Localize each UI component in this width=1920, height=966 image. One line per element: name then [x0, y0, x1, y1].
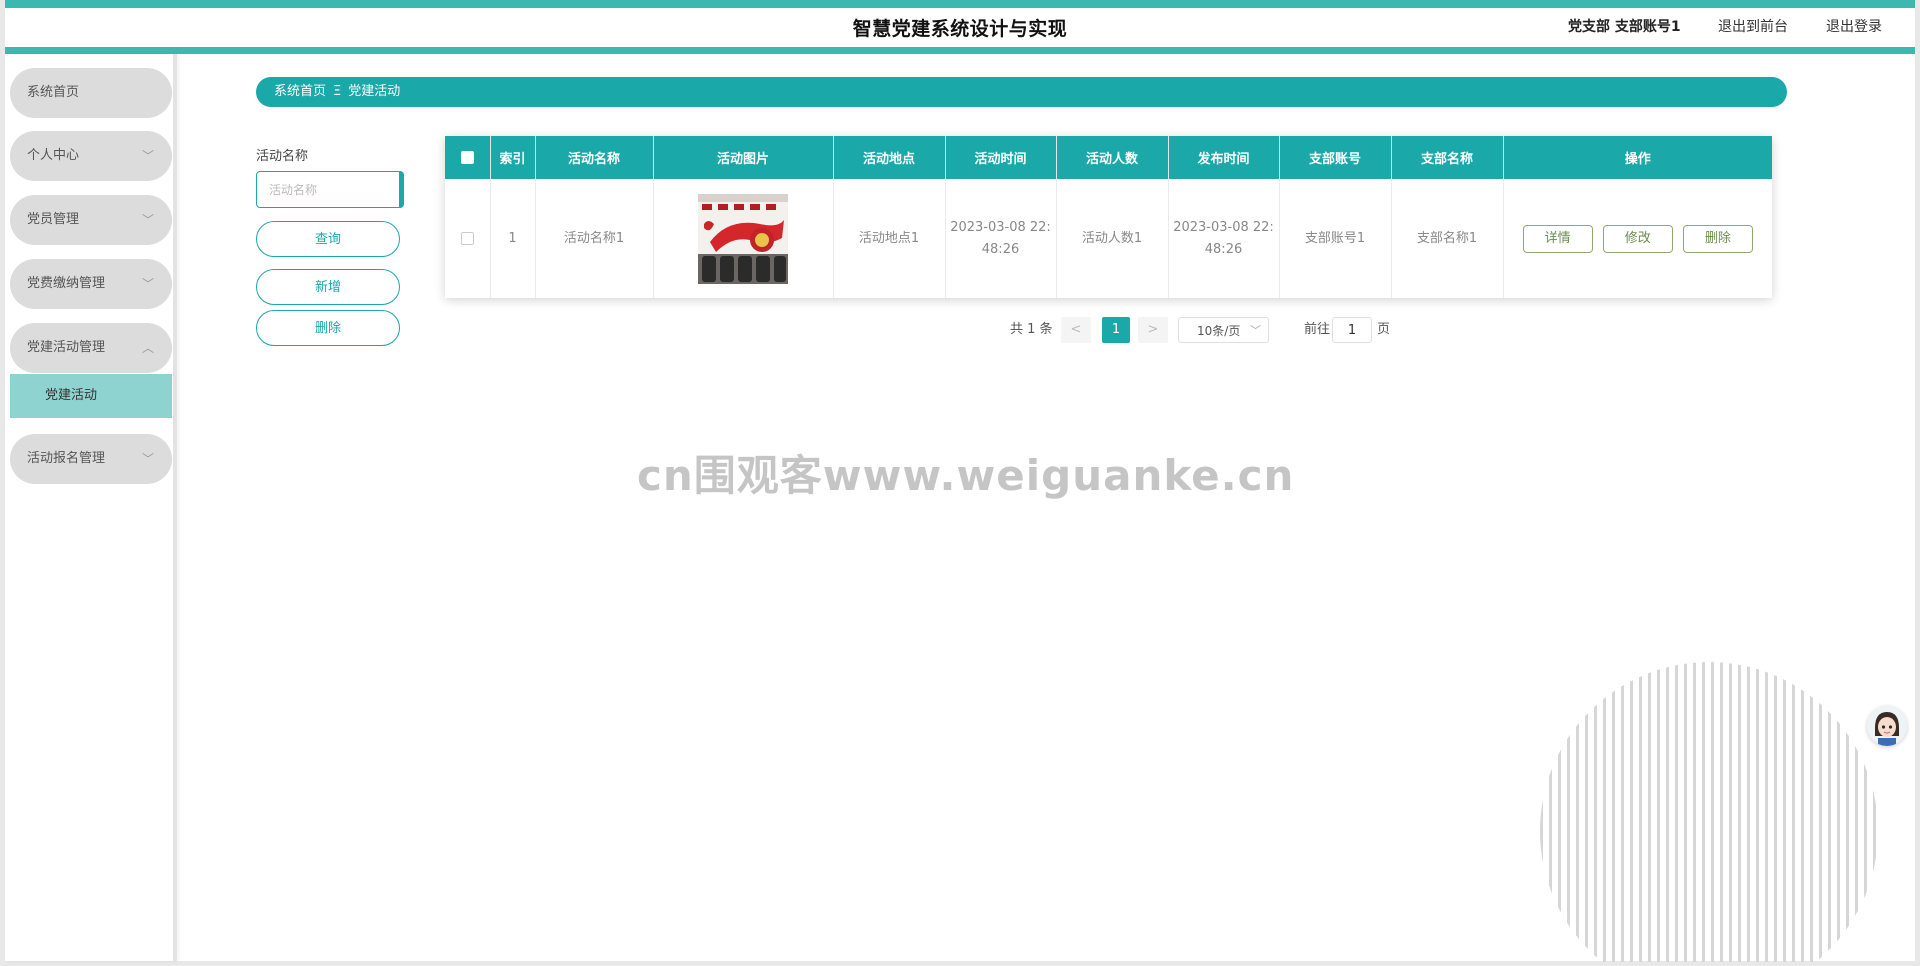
- activity-time-date: 2023-03-08 22:: [950, 219, 1051, 235]
- decorative-striped-circle: [1540, 662, 1878, 962]
- cell-branch-account: 支部账号1: [1279, 179, 1392, 298]
- chevron-down-icon: ﹀: [141, 452, 154, 466]
- column-header: 支部名称: [1391, 136, 1504, 179]
- search-label: 活动名称: [256, 149, 309, 164]
- sidebar-item-label: 活动报名管理: [27, 451, 106, 466]
- batch-delete-button[interactable]: 删除: [256, 310, 400, 346]
- pagination-goto-suffix: 页: [1377, 322, 1391, 337]
- cell-actions: 详情 修改 删除: [1503, 179, 1772, 298]
- breadcrumb: 系统首页 Ξ 党建活动: [256, 77, 1787, 107]
- sidebar-item-member-management[interactable]: 党员管理 ﹀: [10, 195, 172, 245]
- edit-button[interactable]: 修改: [1602, 224, 1673, 253]
- chevron-down-icon: ﹀: [141, 213, 154, 227]
- sidebar-item-label: 系统首页: [27, 85, 80, 100]
- cell-index: 1: [490, 179, 536, 298]
- column-header: 活动时间: [945, 136, 1057, 179]
- column-header: 活动图片: [653, 136, 834, 179]
- watermark-text: cn围观客www.weiguanke.cn: [637, 451, 1295, 500]
- chevron-up-icon: ︿: [141, 341, 154, 355]
- column-header: 活动人数: [1056, 136, 1169, 179]
- frame-right-border: [1915, 0, 1920, 966]
- column-header: 支部账号: [1279, 136, 1392, 179]
- cell-publish-time: 2023-03-08 22: 48:26: [1168, 179, 1280, 298]
- activity-image[interactable]: [698, 193, 788, 284]
- logout-link[interactable]: 退出登录: [1826, 16, 1882, 36]
- query-button[interactable]: 查询: [256, 221, 400, 257]
- back-to-front-link[interactable]: 退出到前台: [1718, 16, 1788, 36]
- chevron-down-icon: ﹀: [141, 149, 154, 163]
- pagination-total: 共 1 条: [1010, 322, 1053, 337]
- pagination-prev-button[interactable]: <: [1061, 317, 1091, 343]
- add-button[interactable]: 新增: [256, 269, 400, 305]
- sidebar-item-home[interactable]: 系统首页: [10, 68, 172, 118]
- column-header: 操作: [1503, 136, 1772, 179]
- cell-activity-name: 活动名称1: [535, 179, 654, 298]
- sidebar-item-dues-management[interactable]: 党费缴纳管理 ﹀: [10, 259, 172, 309]
- activity-name-search-input[interactable]: [256, 171, 404, 208]
- sidebar-item-label: 党建活动: [45, 388, 98, 403]
- column-header: 索引: [490, 136, 536, 179]
- sidebar-item-label: 个人中心: [27, 148, 80, 163]
- detail-button[interactable]: 详情: [1522, 224, 1593, 253]
- sidebar-item-label: 党费缴纳管理: [27, 276, 106, 291]
- sidebar-item-registration-management[interactable]: 活动报名管理 ﹀: [10, 434, 172, 484]
- sidebar: 系统首页 个人中心 ﹀ 党员管理 ﹀ 党费缴纳管理 ﹀ 党建活动管理 ︿ 党建活…: [5, 54, 177, 961]
- chevron-down-icon: ﹀: [1250, 324, 1261, 337]
- sidebar-item-personal-center[interactable]: 个人中心 ﹀: [10, 131, 172, 181]
- breadcrumb-separator-icon: Ξ: [333, 84, 342, 99]
- assistant-avatar[interactable]: [1867, 706, 1907, 746]
- cell-branch-name: 支部名称1: [1391, 179, 1504, 298]
- cell-activity-image: [653, 179, 834, 298]
- top-header: 智慧党建系统设计与实现 党支部 支部账号1 退出到前台 退出登录: [0, 0, 1920, 54]
- pagination-next-button[interactable]: >: [1138, 317, 1168, 343]
- breadcrumb-home[interactable]: 系统首页: [274, 84, 326, 99]
- checkbox-icon: [460, 151, 474, 164]
- table-header-row: 索引 活动名称 活动图片 活动地点 活动时间 活动人数 发布时间 支部账号 支部…: [445, 136, 1772, 179]
- current-user-label: 党支部 支部账号1: [1568, 19, 1681, 35]
- publish-time-date: 2023-03-08 22:: [1173, 219, 1274, 235]
- publish-time-clock: 48:26: [1204, 241, 1243, 257]
- activity-time-clock: 48:26: [981, 241, 1020, 257]
- sidebar-item-label: 党建活动管理: [27, 340, 106, 355]
- chevron-down-icon: ﹀: [141, 277, 154, 291]
- page-size-value: 10条/页: [1197, 324, 1241, 338]
- sidebar-subitem-party-activity[interactable]: 党建活动: [10, 374, 172, 418]
- row-checkbox[interactable]: [460, 231, 474, 245]
- column-header: 活动地点: [833, 136, 946, 179]
- cell-location: 活动地点1: [833, 179, 946, 298]
- pagination-page-1[interactable]: 1: [1102, 317, 1130, 343]
- activity-table: 索引 活动名称 活动图片 活动地点 活动时间 活动人数 发布时间 支部账号 支部…: [445, 136, 1772, 298]
- cell-people: 活动人数1: [1056, 179, 1169, 298]
- select-all-checkbox[interactable]: [445, 136, 491, 179]
- breadcrumb-current: 党建活动: [348, 84, 401, 99]
- page-size-select[interactable]: 10条/页 ﹀: [1178, 317, 1269, 343]
- column-header: 活动名称: [535, 136, 654, 179]
- table-row: 1 活动名称1 活动地点1 2023-03-08 22: 48:26 活动人数1…: [445, 179, 1772, 298]
- sidebar-item-label: 党员管理: [27, 212, 80, 227]
- sidebar-item-activity-management[interactable]: 党建活动管理 ︿: [10, 323, 172, 373]
- delete-button[interactable]: 删除: [1682, 224, 1753, 253]
- row-checkbox-cell[interactable]: [445, 179, 491, 298]
- pagination-goto-label: 前往: [1304, 322, 1331, 337]
- column-header: 发布时间: [1168, 136, 1280, 179]
- pagination-goto-input[interactable]: 1: [1332, 317, 1372, 343]
- cell-activity-time: 2023-03-08 22: 48:26: [945, 179, 1057, 298]
